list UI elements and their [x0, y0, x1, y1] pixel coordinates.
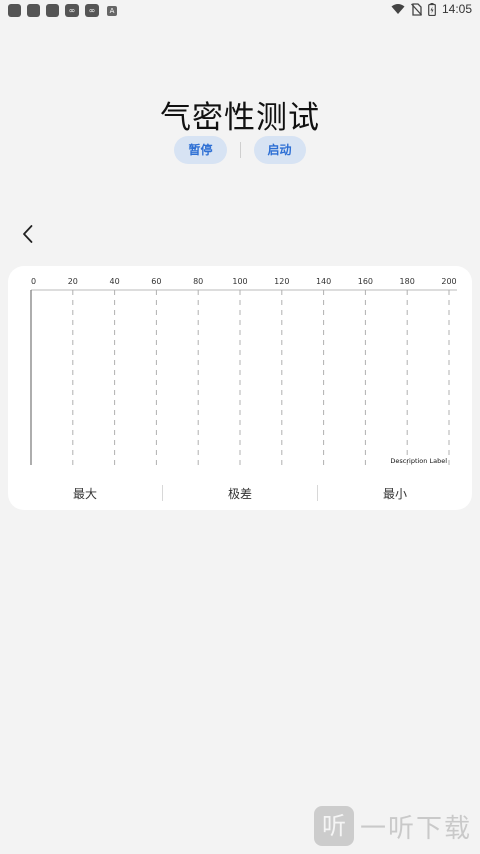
x-tick-label: 100	[232, 277, 247, 286]
app-icon-3	[46, 4, 59, 17]
x-tick-label: 120	[274, 277, 289, 286]
back-arrow-icon[interactable]	[16, 222, 40, 246]
stat-range: 极差	[227, 486, 252, 501]
stats-row: 最大 极差 最小	[8, 478, 472, 508]
x-tick-label: 80	[193, 277, 203, 286]
wifi-icon	[391, 4, 405, 14]
app-icon-1	[8, 4, 21, 17]
chart-card: 0 20 40 60 80 100 120 140 160 180 200 Description L…	[8, 266, 472, 510]
app-icon-4: ∞	[65, 4, 79, 17]
status-bar: ∞ ∞ A 14:05	[0, 0, 480, 20]
app-icon-2	[27, 4, 40, 17]
page-title: 气密性测试	[160, 100, 320, 136]
watermark-text: 一听下载	[359, 813, 472, 844]
x-tick-label: 140	[316, 277, 331, 286]
x-tick-label: 0	[31, 277, 36, 286]
app-icon-5: ∞	[85, 4, 99, 17]
x-tick-label: 180	[400, 277, 415, 286]
stat-min: 最小	[382, 486, 407, 501]
x-tick-label: 40	[110, 277, 120, 286]
action-divider	[239, 142, 241, 158]
action-row: 暂停 启动	[0, 136, 480, 164]
pause-button[interactable]: 暂停	[174, 136, 227, 164]
watermark: 听 一听下载	[313, 806, 472, 846]
pressure-chart: 0 20 40 60 80 100 120 140 160 180 200 Description L…	[30, 277, 457, 465]
chart-description-label: Description Label	[390, 457, 447, 465]
stat-max: 最大	[72, 486, 97, 501]
x-tick-label: 60	[151, 277, 161, 286]
x-tick-label: 20	[68, 277, 78, 286]
x-tick-label: 200	[441, 277, 456, 286]
x-tick-label: 160	[358, 277, 373, 286]
status-bar-right: 14:05	[391, 2, 472, 16]
status-bar-left: ∞ ∞ A	[8, 4, 117, 17]
battery-icon	[428, 2, 436, 16]
no-sim-icon	[410, 2, 422, 16]
status-time: 14:05	[441, 2, 472, 16]
start-button[interactable]: 启动	[253, 136, 306, 164]
a-icon: A	[107, 5, 117, 16]
watermark-logo: 听	[313, 806, 354, 846]
